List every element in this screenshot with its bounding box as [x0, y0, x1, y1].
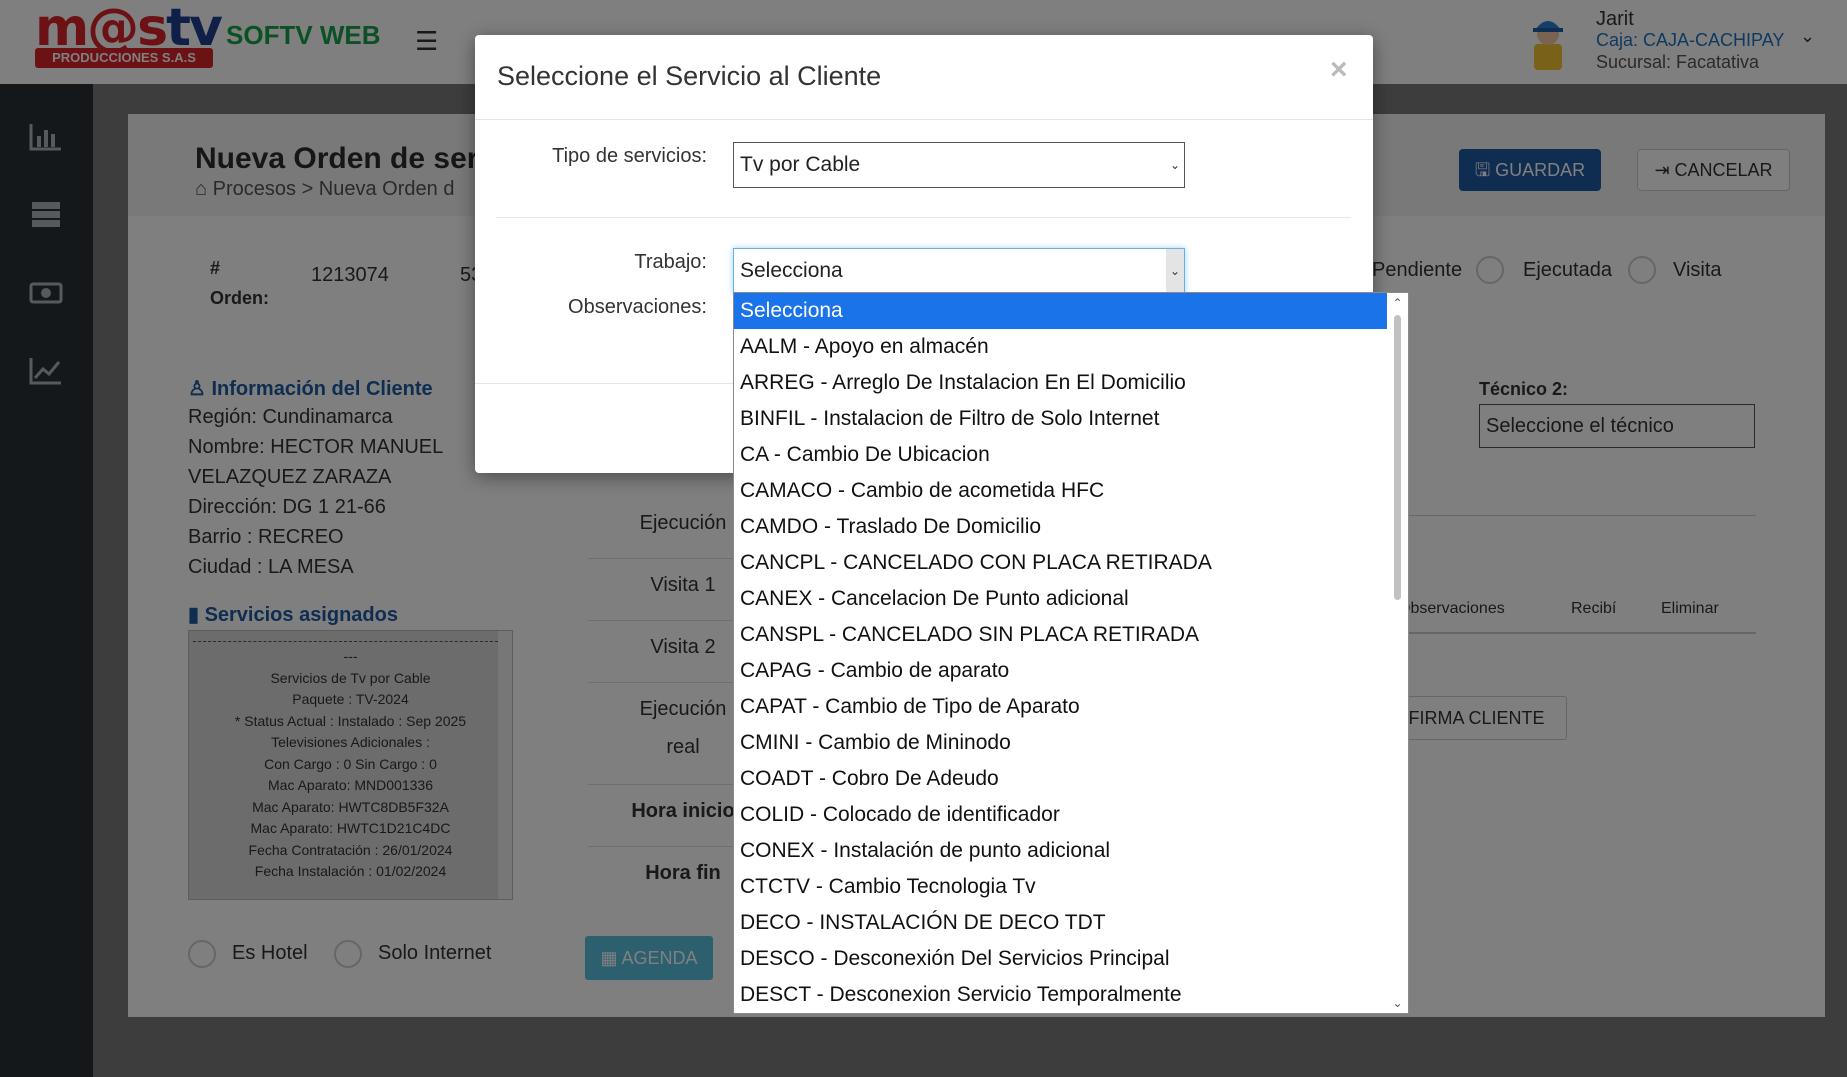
scrollbar-thumb[interactable]	[1394, 315, 1401, 600]
scroll-up-icon[interactable]: ⌃	[1387, 293, 1408, 313]
dropdown-scrollbar[interactable]: ⌃ ⌄	[1387, 293, 1408, 1013]
dropdown-option[interactable]: CAPAG - Cambio de aparato	[734, 653, 1387, 689]
dropdown-option[interactable]: CTCTV - Cambio Tecnologia Tv	[734, 869, 1387, 905]
dropdown-option[interactable]: CANCPL - CANCELADO CON PLACA RETIRADA	[734, 545, 1387, 581]
modal-title: Seleccione el Servicio al Cliente	[497, 61, 882, 91]
dropdown-option[interactable]: AALM - Apoyo en almacén	[734, 329, 1387, 365]
modal-section-divider	[496, 217, 1351, 218]
chevron-down-icon: ⌄	[1169, 158, 1181, 172]
dropdown-option[interactable]: Selecciona	[734, 293, 1387, 329]
dropdown-option[interactable]: CA - Cambio De Ubicacion	[734, 437, 1387, 473]
observaciones-label: Observaciones:	[568, 296, 707, 318]
dropdown-option[interactable]: DESCT - Desconexion Servicio Temporalmen…	[734, 977, 1387, 1013]
modal-header-divider	[475, 119, 1373, 120]
dropdown-option[interactable]: CAMACO - Cambio de acometida HFC	[734, 473, 1387, 509]
close-icon[interactable]: ×	[1330, 53, 1348, 87]
dropdown-option[interactable]: CAPAT - Cambio de Tipo de Aparato	[734, 689, 1387, 725]
dropdown-option[interactable]: COLID - Colocado de identificador	[734, 797, 1387, 833]
dropdown-option[interactable]: DESCO - Desconexión Del Servicios Princi…	[734, 941, 1387, 977]
dropdown-option[interactable]: CAMDO - Traslado De Domicilio	[734, 509, 1387, 545]
dropdown-option[interactable]: BINFIL - Instalacion de Filtro de Solo I…	[734, 401, 1387, 437]
dropdown-option[interactable]: CANEX - Cancelacion De Punto adicional	[734, 581, 1387, 617]
tipo-servicios-select[interactable]: Tv por Cable ⌄	[733, 142, 1185, 188]
dropdown-option[interactable]: CONEX - Instalación de punto adicional	[734, 833, 1387, 869]
trabajo-select[interactable]: Selecciona ⌄	[733, 248, 1185, 294]
tipo-servicios-label: Tipo de servicios:	[552, 145, 707, 167]
trabajo-dropdown-list[interactable]: Selecciona AALM - Apoyo en almacén ARREG…	[733, 292, 1409, 1014]
dropdown-option[interactable]: ARREG - Arreglo De Instalacion En El Dom…	[734, 365, 1387, 401]
dropdown-option[interactable]: DECO - INSTALACIÓN DE DECO TDT	[734, 905, 1387, 941]
chevron-down-icon: ⌄	[1166, 249, 1184, 293]
trabajo-label: Trabajo:	[634, 251, 707, 273]
dropdown-option[interactable]: CMINI - Cambio de Mininodo	[734, 725, 1387, 761]
scroll-down-icon[interactable]: ⌄	[1387, 993, 1408, 1013]
dropdown-option[interactable]: CANSPL - CANCELADO SIN PLACA RETIRADA	[734, 617, 1387, 653]
dropdown-option[interactable]: COADT - Cobro De Adeudo	[734, 761, 1387, 797]
